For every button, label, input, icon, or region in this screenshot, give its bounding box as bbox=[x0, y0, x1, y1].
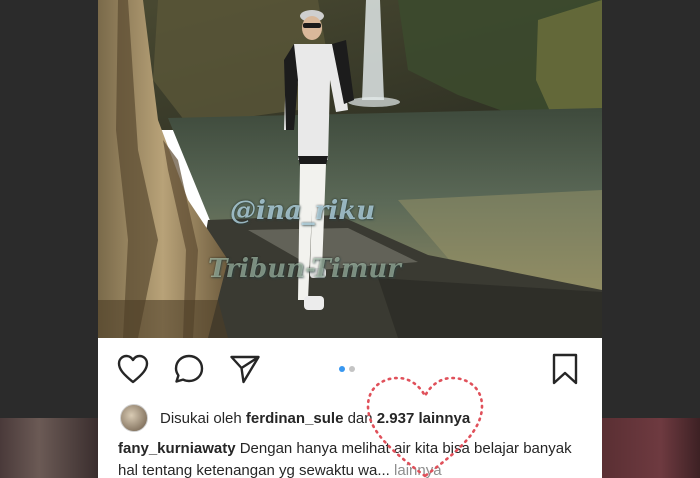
likes-prefix: Disukai oleh bbox=[160, 409, 246, 427]
carousel-dot-active bbox=[339, 366, 345, 372]
likes-count-link[interactable]: 2.937 lainnya bbox=[377, 410, 470, 427]
caption-username-link[interactable]: fany_kurniawaty bbox=[118, 440, 236, 457]
caption-more-link[interactable]: lainnya bbox=[390, 462, 442, 478]
likes-middle: dan bbox=[343, 409, 377, 427]
liker-avatar[interactable] bbox=[120, 404, 148, 432]
instagram-post: @ina_riku Tribun-Timur Disukai oleh ferd… bbox=[98, 0, 602, 478]
screenshot-stage: @ina_riku Tribun-Timur Disukai oleh ferd… bbox=[0, 0, 700, 478]
likes-summary: Disukai oleh ferdinan_sule dan 2.937 lai… bbox=[98, 402, 602, 434]
carousel-dot bbox=[349, 366, 355, 372]
bookmark-icon[interactable] bbox=[548, 352, 582, 386]
watermark-brand: Tribun-Timur bbox=[208, 254, 401, 284]
heart-outline-icon[interactable] bbox=[116, 352, 150, 386]
post-caption: fany_kurniawaty Dengan hanya melihat air… bbox=[118, 438, 588, 478]
background-image-left bbox=[0, 418, 98, 478]
paper-plane-icon[interactable] bbox=[228, 352, 262, 386]
waterfall-scene bbox=[98, 0, 602, 338]
watermark-handle: @ina_riku bbox=[230, 196, 376, 226]
background-image-right bbox=[602, 418, 700, 478]
comment-bubble-icon[interactable] bbox=[172, 352, 206, 386]
liker-username-link[interactable]: ferdinan_sule bbox=[246, 410, 344, 427]
post-action-bar bbox=[98, 344, 602, 396]
post-photo[interactable]: @ina_riku Tribun-Timur bbox=[98, 0, 602, 338]
carousel-indicator bbox=[339, 366, 355, 372]
